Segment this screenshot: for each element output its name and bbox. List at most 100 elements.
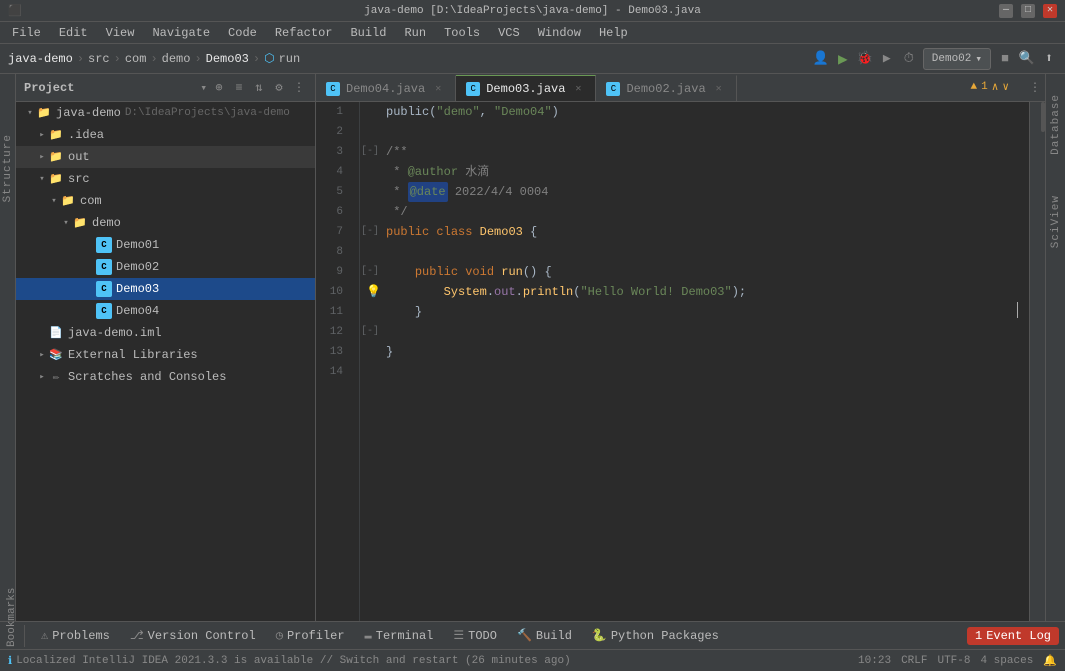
todo-button[interactable]: ☰ TODO (445, 626, 505, 645)
tree-item-src[interactable]: ▾ 📁 src (16, 168, 315, 190)
menubar: FileEditViewNavigateCodeRefactorBuildRun… (0, 22, 1065, 44)
tree-item-ext-libs[interactable]: ▸ 📚 External Libraries (16, 344, 315, 366)
code-line-12 (386, 322, 1019, 342)
tree-item-demo04[interactable]: C Demo04 (16, 300, 315, 322)
tree-item-demo[interactable]: ▾ 📁 demo (16, 212, 315, 234)
build-label: Build (536, 629, 572, 643)
problems-icon: ⚠ (41, 628, 48, 643)
tree-item-demo02[interactable]: C Demo02 (16, 256, 315, 278)
tab-demo04[interactable]: C Demo04.java ✕ (316, 75, 456, 101)
tree-item-scratches[interactable]: ▸ ✏ Scratches and Consoles (16, 366, 315, 388)
fold-icon-11[interactable]: [-] (361, 322, 379, 342)
sciview-panel-label[interactable]: SciView (1050, 195, 1062, 248)
encoding[interactable]: UTF-8 (937, 655, 970, 667)
bottom-toolbar: Bookmarks ⚠ Problems ⎇ Version Control ◷… (0, 621, 1065, 649)
close-button[interactable]: ✕ (1043, 4, 1057, 18)
bc-demo[interactable]: demo (162, 52, 191, 66)
menu-item-tools[interactable]: Tools (436, 24, 488, 42)
python-packages-button[interactable]: 🐍 Python Packages (584, 626, 727, 645)
tab-icon-demo03: C (466, 82, 480, 96)
profiler-button[interactable]: ◷ Profiler (268, 626, 353, 645)
bc-root[interactable]: java-demo (8, 52, 73, 66)
collapse-all[interactable]: ≡ (231, 80, 247, 96)
run-button[interactable]: ▶ (835, 51, 851, 67)
maximize-button[interactable]: □ (1021, 4, 1035, 18)
bc-method[interactable]: ⬡ (264, 51, 274, 66)
tree-arrow-java-demo: ▾ (24, 108, 36, 118)
menu-item-refactor[interactable]: Refactor (267, 24, 341, 42)
build-button[interactable]: 🔨 Build (509, 626, 580, 645)
search-everywhere[interactable]: 🔍 (1019, 51, 1035, 67)
debug-button[interactable]: 🐞 (857, 51, 873, 67)
code-editor[interactable]: 1 2 3 4 5 6 7 8 9 10 11 12 13 14 [- (316, 102, 1045, 621)
tree-item-java-demo[interactable]: ▾ 📁 java-demo D:\IdeaProjects\java-demo (16, 102, 315, 124)
event-log-button[interactable]: 1 Event Log (967, 627, 1059, 645)
code-content[interactable]: [-] [-] [-] [-] public("demo", "Demo04")… (360, 102, 1029, 621)
tree-item-com[interactable]: ▾ 📁 com (16, 190, 315, 212)
fold-gutter: [-] [-] [-] [-] (360, 102, 372, 621)
tree-item-demo03[interactable]: C Demo03 (16, 278, 315, 300)
tab-close-demo04[interactable]: ✕ (431, 82, 445, 96)
status-message[interactable]: Localized IntelliJ IDEA 2021.3.3 is avai… (16, 655, 571, 667)
tab-close-demo03[interactable]: ✕ (571, 82, 585, 96)
tree-more[interactable]: ⋮ (291, 80, 307, 96)
tree-item-iml[interactable]: 📄 java-demo.iml (16, 322, 315, 344)
warning-nav-up[interactable]: ∧ (992, 80, 999, 94)
menu-item-vcs[interactable]: VCS (490, 24, 528, 42)
tab-close-demo02[interactable]: ✕ (712, 82, 726, 96)
tab-overflow[interactable]: ⋮ (1029, 80, 1041, 95)
menu-item-navigate[interactable]: Navigate (144, 24, 218, 42)
locate-in-tree[interactable]: ⊕ (211, 80, 227, 96)
line-num-4: 4 (316, 162, 351, 182)
menu-item-window[interactable]: Window (530, 24, 589, 42)
python-icon: 🐍 (592, 628, 607, 643)
indent-info[interactable]: 4 spaces (980, 655, 1033, 667)
tree-item-idea[interactable]: ▸ 📁 .idea (16, 124, 315, 146)
editor-scrollbar[interactable] (1029, 102, 1045, 621)
bc-method-name[interactable]: run (279, 52, 301, 66)
bulb-icon[interactable]: 💡 (366, 282, 381, 302)
menu-item-view[interactable]: View (98, 24, 143, 42)
version-control-button[interactable]: ⎇ Version Control (122, 626, 264, 645)
line-num-1: 1 (316, 102, 351, 122)
stop-button[interactable]: ■ (997, 51, 1013, 67)
project-header: Project ▾ ⊕ ≡ ⇅ ⚙ ⋮ (16, 74, 315, 102)
project-title-arrow[interactable]: ▾ (200, 81, 207, 95)
run-with-coverage[interactable]: ▶ (879, 51, 895, 67)
update-button[interactable]: ⬆ (1041, 51, 1057, 67)
menu-item-build[interactable]: Build (342, 24, 394, 42)
bc-com[interactable]: com (125, 52, 147, 66)
problems-button[interactable]: ⚠ Problems (33, 626, 118, 645)
file-tree: ▾ 📁 java-demo D:\IdeaProjects\java-demo … (16, 102, 315, 621)
line-ending[interactable]: CRLF (901, 655, 927, 667)
menu-item-file[interactable]: File (4, 24, 49, 42)
tree-item-demo01[interactable]: C Demo01 (16, 234, 315, 256)
structure-panel-label[interactable]: Structure (2, 134, 14, 202)
run-config-dropdown[interactable]: Demo02 ▾ (923, 48, 991, 70)
database-panel-label[interactable]: Database (1050, 94, 1062, 155)
profile-icon[interactable]: 👤 (813, 51, 829, 67)
bc-src[interactable]: src (88, 52, 110, 66)
warning-nav-down[interactable]: ∨ (1002, 80, 1009, 94)
tree-sort[interactable]: ⇅ (251, 80, 267, 96)
tree-settings[interactable]: ⚙ (271, 80, 287, 96)
cursor-position[interactable]: 10:23 (858, 655, 891, 667)
status-left: ℹ Localized IntelliJ IDEA 2021.3.3 is av… (8, 654, 571, 668)
attach-profiler[interactable]: ⏱ (901, 51, 917, 67)
minimize-button[interactable]: — (999, 4, 1013, 18)
scroll-thumb[interactable] (1041, 102, 1045, 132)
tree-item-out[interactable]: ▸ 📁 out (16, 146, 315, 168)
terminal-button[interactable]: ▬ Terminal (357, 627, 442, 645)
fold-icon-7[interactable]: [-] (361, 222, 379, 242)
tab-demo03[interactable]: C Demo03.java ✕ (456, 75, 596, 101)
bookmarks-label[interactable]: Bookmarks (6, 625, 18, 647)
tab-demo02[interactable]: C Demo02.java ✕ (596, 75, 736, 101)
menu-item-run[interactable]: Run (396, 24, 434, 42)
menu-item-edit[interactable]: Edit (51, 24, 96, 42)
menu-item-help[interactable]: Help (591, 24, 636, 42)
window-controls[interactable]: — □ ✕ (999, 4, 1057, 18)
menu-item-code[interactable]: Code (220, 24, 265, 42)
bc-class[interactable]: Demo03 (206, 52, 249, 66)
fold-icon-3[interactable]: [-] (361, 142, 379, 162)
fold-icon-9[interactable]: [-] (361, 262, 379, 282)
